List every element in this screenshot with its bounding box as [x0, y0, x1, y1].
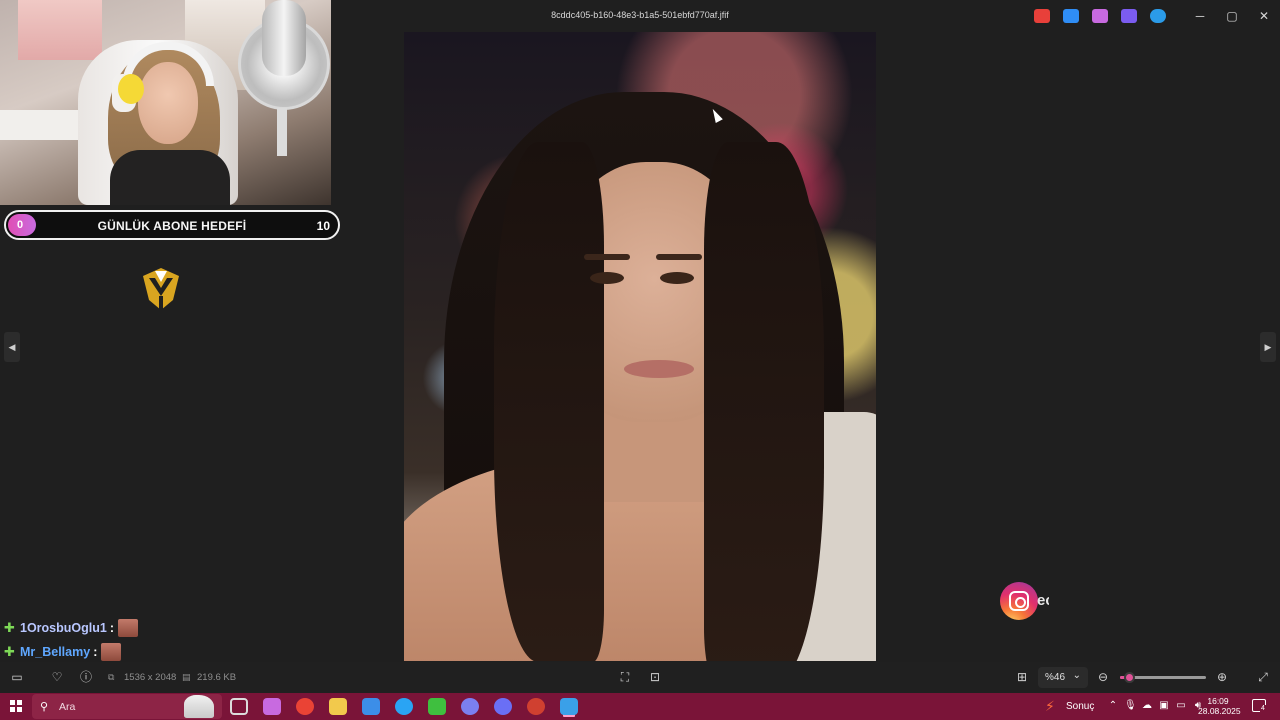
goal-target: 10: [316, 219, 330, 233]
viewer-toolbar: ▭ ♡ ⓘ ⧉ 1536 x 2048 ▤ 219.6 KB ⛶ ⊡ ⊞ %46…: [0, 662, 1280, 693]
subscriber-goal-bar: GÜNLÜK ABONE HEDEFİ 0 10: [4, 210, 340, 240]
stream-chat: ✚ 1OrosbuOglu1 : ✚ Mr_Bellamy :: [4, 616, 138, 664]
chrome-icon[interactable]: [296, 698, 314, 715]
displayed-photo[interactable]: [404, 32, 876, 661]
info-icon[interactable]: ⓘ: [78, 670, 94, 684]
photo-brow: [584, 254, 630, 260]
webcam-feed: [0, 0, 331, 205]
subscriber-badge-icon: ✚: [4, 644, 15, 659]
photo-hair-left: [494, 142, 604, 661]
duck-plush: [118, 74, 144, 104]
edge-icon[interactable]: [395, 698, 413, 715]
file-size: 219.6 KB: [197, 672, 237, 683]
copilot-icon[interactable]: [263, 698, 281, 715]
display-icon[interactable]: ▣: [1158, 699, 1170, 713]
photo-eye: [660, 272, 694, 284]
photo-brow: [656, 254, 702, 260]
microphone-icon[interactable]: 🎙︎: [1124, 699, 1137, 713]
emote-icon: [101, 643, 122, 661]
zoom-slider-thumb[interactable]: [1123, 672, 1135, 683]
previous-image-button[interactable]: ◀: [4, 332, 20, 362]
file-explorer-icon[interactable]: [329, 698, 347, 715]
onedrive-icon[interactable]: [1150, 9, 1166, 23]
designer-icon[interactable]: [1092, 9, 1108, 23]
streamer-body: [110, 150, 230, 205]
taskbar-pinned-apps: [230, 698, 578, 715]
clock-time: 16:09: [1207, 696, 1229, 706]
obs-icon[interactable]: [527, 698, 545, 715]
subscriber-badge-icon: ✚: [4, 620, 15, 635]
goal-title: GÜNLÜK ABONE HEDEFİ: [97, 219, 247, 233]
chevron-down-icon: ⌄: [1072, 670, 1081, 681]
windows-start-icon[interactable]: [10, 700, 22, 712]
image-dimensions: 1536 x 2048: [124, 672, 177, 683]
system-tray: ⌃ 🎙︎ ☁︎ ▣ ▭ 🔊︎: [1107, 699, 1204, 713]
favorite-icon[interactable]: ♡: [49, 670, 65, 684]
maximize-button[interactable]: ▢: [1217, 6, 1247, 26]
zoom-level: %46: [1045, 672, 1066, 683]
instagram-icon: [1000, 582, 1038, 620]
zoom-in-icon[interactable]: ⊕: [1214, 670, 1230, 684]
desk: [0, 110, 90, 140]
fullscreen-icon[interactable]: ⤢: [1255, 670, 1271, 684]
fit-screen-icon[interactable]: ⊞: [1014, 670, 1030, 684]
enhance-icon[interactable]: ⊡: [647, 670, 663, 684]
goal-current: 0: [8, 214, 36, 236]
file-size-icon: ▤: [182, 672, 191, 682]
clock-date: 28.08.2025: [1198, 706, 1241, 716]
titlebar-app-shortcuts: [1034, 9, 1166, 23]
windows-taskbar: ⚲ Ara ⚡ Sonuç ⌃ 🎙︎ ☁︎ ▣ ▭ 🔊︎ 16:09 28.08…: [0, 693, 1280, 720]
zoom-level-dropdown[interactable]: %46 ⌄: [1038, 667, 1088, 688]
zoom-slider[interactable]: [1120, 672, 1206, 683]
taskbar-clock[interactable]: 16:09 28.08.2025: [1198, 696, 1241, 716]
chat-username: Mr_Bellamy: [20, 645, 91, 659]
discord-icon[interactable]: [494, 698, 512, 715]
filmstrip-icon[interactable]: ▭: [9, 670, 25, 684]
network-icon[interactable]: ▭: [1175, 699, 1187, 713]
microsoft-store-icon[interactable]: [362, 698, 380, 715]
clipchamp-icon[interactable]: [1121, 9, 1137, 23]
fan-pole: [277, 108, 287, 156]
photos-app-icon[interactable]: [560, 698, 578, 715]
minimize-button[interactable]: ─: [1185, 6, 1215, 26]
taskbar-search-box[interactable]: ⚲ Ara: [32, 694, 222, 719]
wall-poster: [18, 0, 102, 60]
microphone: [262, 0, 306, 76]
photo-mouth: [624, 360, 694, 378]
next-image-button[interactable]: ▶: [1260, 332, 1276, 362]
chat-message: ✚ Mr_Bellamy :: [4, 640, 138, 664]
task-view-icon[interactable]: [230, 698, 248, 715]
search-highlight-image: [184, 695, 214, 718]
instagram-handle: ec: [1037, 592, 1049, 609]
search-placeholder: Ara: [59, 701, 76, 713]
crop-icon[interactable]: ⛶: [617, 670, 633, 684]
close-button[interactable]: ✕: [1249, 6, 1279, 26]
chat-username: 1OrosbuOglu1: [20, 621, 107, 635]
photo-hair-right: [704, 142, 824, 661]
chat-colon: :: [109, 621, 114, 635]
chat-colon: :: [93, 645, 98, 659]
search-icon: ⚲: [40, 701, 49, 713]
copilot-icon[interactable]: [1034, 9, 1050, 23]
gold-shield-logo-icon: [143, 268, 179, 310]
emote-icon: [118, 619, 138, 637]
photo-eye: [590, 272, 624, 284]
notification-count: 4: [1260, 705, 1266, 712]
edit-icon[interactable]: [1063, 9, 1079, 23]
weather-label[interactable]: Sonuç: [1066, 701, 1094, 712]
weather-icon[interactable]: ⚡: [1045, 698, 1061, 714]
terminal-icon[interactable]: [428, 698, 446, 715]
chevron-up-icon[interactable]: ⌃: [1107, 699, 1119, 713]
image-size-icon: ⧉: [108, 672, 115, 682]
zoom-out-icon[interactable]: ⊖: [1095, 670, 1111, 684]
chat-message: ✚ 1OrosbuOglu1 :: [4, 616, 138, 640]
cloud-icon[interactable]: ☁︎: [1141, 699, 1153, 713]
app-icon[interactable]: [461, 698, 479, 715]
